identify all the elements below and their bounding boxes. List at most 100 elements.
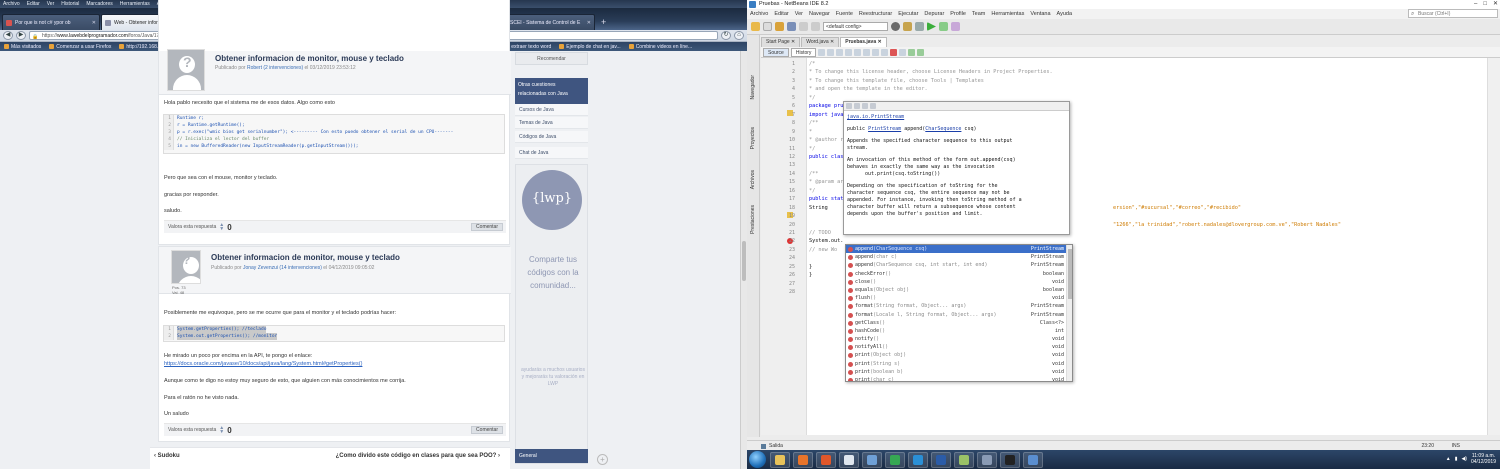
bookmark-item[interactable]: Ejemplo de chat en jav... bbox=[559, 44, 621, 50]
taskbar-app-tool[interactable] bbox=[839, 451, 859, 468]
vote-arrows[interactable]: ▲ ▼ bbox=[219, 426, 224, 435]
plus-circle-icon[interactable]: + bbox=[597, 454, 608, 465]
maximize-icon[interactable]: □ bbox=[1483, 0, 1487, 9]
completion-item[interactable]: print(Object obj) void bbox=[846, 351, 1072, 359]
bookmark-item[interactable]: Combine videos en líne... bbox=[628, 44, 692, 50]
taskbar-app-chrome[interactable] bbox=[885, 451, 905, 468]
comment-button[interactable]: Comentar bbox=[471, 426, 503, 434]
comment-button[interactable]: Comentar bbox=[471, 223, 503, 231]
sidenav-item-cursos[interactable]: Cursos de Java bbox=[515, 104, 588, 116]
nb-menu-ayuda[interactable]: Ayuda bbox=[1057, 9, 1073, 19]
completion-item[interactable]: print(boolean b) void bbox=[846, 368, 1072, 376]
nb-menu-archivo[interactable]: Archivo bbox=[750, 9, 768, 19]
sidenav-item-temas[interactable]: Temas de Java bbox=[515, 117, 588, 129]
sidenav-item-codigos[interactable]: Códigos de Java bbox=[515, 131, 588, 143]
sig-param-type[interactable]: CharSequence bbox=[925, 126, 961, 132]
page-scrollbar[interactable] bbox=[740, 51, 747, 469]
javadoc-popup[interactable]: java.io.PrintStream public PrintStream a… bbox=[843, 101, 1070, 235]
debug-icon[interactable] bbox=[939, 22, 948, 31]
completion-scroll-thumb[interactable] bbox=[1068, 249, 1072, 299]
taskbar-app-app[interactable] bbox=[954, 451, 974, 468]
save-all-icon[interactable] bbox=[787, 22, 796, 31]
editor-tab[interactable]: Start Page ✕ bbox=[761, 37, 801, 47]
clock[interactable]: 11:09 a.m. 04/12/2019 bbox=[1471, 453, 1496, 465]
taskbar-app-file-explorer[interactable] bbox=[770, 451, 790, 468]
clean-build-icon[interactable] bbox=[915, 22, 924, 31]
general-link[interactable]: General bbox=[515, 449, 588, 463]
source-button[interactable]: Source bbox=[763, 47, 789, 57]
minimize-icon[interactable]: – bbox=[1474, 0, 1477, 9]
completion-item[interactable]: print(String s) void bbox=[846, 360, 1072, 368]
stop-macro-icon[interactable] bbox=[899, 48, 907, 56]
browser-tab[interactable]: SCEI - Sistema de Control de E ✕ bbox=[497, 14, 595, 30]
back-button[interactable]: ◀ bbox=[3, 31, 13, 40]
completion-item[interactable]: notifyAll() void bbox=[846, 343, 1072, 351]
sidenav-item-chat[interactable]: Chat de Java bbox=[515, 147, 588, 159]
tray-arrow-icon[interactable]: ▲ bbox=[1446, 456, 1451, 462]
ff-menu-herramientas[interactable]: Herramientas bbox=[120, 1, 150, 7]
nb-menu-navegar[interactable]: Navegar bbox=[809, 9, 830, 19]
back-icon[interactable] bbox=[818, 48, 826, 56]
nb-menu-herramientas[interactable]: Herramientas bbox=[991, 9, 1024, 19]
editor-tab-close-icon[interactable]: ✕ bbox=[876, 39, 881, 45]
next-thread-link[interactable]: ¿Como divido este código en clases para … bbox=[336, 453, 500, 459]
recommend-button[interactable]: Recomendar bbox=[515, 52, 588, 65]
sig-return-type[interactable]: PrintStream bbox=[868, 126, 901, 132]
editor-tab[interactable]: Word.java ✕ bbox=[801, 37, 840, 47]
completion-item[interactable]: append(char c) PrintStream bbox=[846, 253, 1072, 261]
doc-source-icon[interactable] bbox=[870, 103, 876, 109]
doc-open-browser-icon[interactable] bbox=[862, 103, 868, 109]
bookmark-item[interactable]: Comenzar a usar Firefox bbox=[49, 44, 111, 50]
doc-forward-icon[interactable] bbox=[854, 103, 860, 109]
ff-menu-ver[interactable]: Ver bbox=[47, 1, 55, 7]
new-project-icon[interactable] bbox=[751, 22, 760, 31]
tab-close-icon[interactable]: ✕ bbox=[587, 20, 591, 26]
ff-menu-marcadores[interactable]: Marcadores bbox=[86, 1, 112, 7]
doc-class-link[interactable]: java.io.PrintStream bbox=[847, 114, 904, 120]
nb-menu-ver[interactable]: Ver bbox=[795, 9, 803, 19]
ff-menu-editar[interactable]: Editar bbox=[27, 1, 40, 7]
taskbar-app-terminal[interactable] bbox=[862, 451, 882, 468]
new-file-icon[interactable] bbox=[763, 22, 772, 31]
tab-close-icon[interactable]: ✕ bbox=[92, 20, 96, 26]
reload-button[interactable]: ↻ bbox=[721, 31, 731, 40]
author-link[interactable]: Jonay Zevenzui (14 intervenciones) bbox=[243, 265, 322, 271]
completion-item[interactable]: hashCode() int bbox=[846, 327, 1072, 335]
completion-scrollbar[interactable] bbox=[1066, 245, 1072, 381]
undo-icon[interactable] bbox=[799, 22, 808, 31]
find-icon[interactable] bbox=[836, 48, 844, 56]
completion-item[interactable]: checkError() boolean bbox=[846, 270, 1072, 278]
nb-menu-depurar[interactable]: Depurar bbox=[924, 9, 944, 19]
editor-tab-close-icon[interactable]: ✕ bbox=[790, 39, 795, 45]
taskbar-app-photos[interactable] bbox=[977, 451, 997, 468]
shift-left-icon[interactable] bbox=[872, 48, 880, 56]
comment-icon[interactable] bbox=[908, 48, 916, 56]
open-project-icon[interactable] bbox=[775, 22, 784, 31]
close-icon[interactable]: ✕ bbox=[1493, 0, 1498, 9]
taskbar-app-skype[interactable] bbox=[908, 451, 928, 468]
nb-menu-fuente[interactable]: Fuente bbox=[836, 9, 853, 19]
redo-icon[interactable] bbox=[811, 22, 820, 31]
other-questions-link[interactable]: Otras cuestiones relacionadas con Java bbox=[515, 78, 588, 104]
taskbar-app-netbeans[interactable] bbox=[1023, 451, 1043, 468]
taskbar-app-cmd[interactable] bbox=[1000, 451, 1020, 468]
author-link[interactable]: Robert (2 intervenciones) bbox=[247, 65, 303, 71]
history-button[interactable]: History bbox=[790, 47, 817, 57]
volume-icon[interactable]: ◀) bbox=[1461, 456, 1467, 462]
completion-item[interactable]: format(Locale l, String format, Object..… bbox=[846, 311, 1072, 319]
record-macro-icon[interactable] bbox=[890, 48, 898, 56]
side-tab-navegador[interactable]: Navegador bbox=[749, 75, 758, 99]
lwp-promo[interactable]: {lwp} Comparte tus códigos con la comuni… bbox=[515, 164, 588, 464]
nb-menu-ventana[interactable]: Ventana bbox=[1030, 9, 1050, 19]
nb-menu-reestructurar[interactable]: Reestructurar bbox=[859, 9, 892, 19]
forward-button[interactable]: ▶ bbox=[16, 31, 26, 40]
taskbar-app-firefox[interactable] bbox=[816, 451, 836, 468]
scroll-thumb[interactable] bbox=[742, 241, 746, 281]
editor-scrollbar[interactable] bbox=[1487, 58, 1500, 435]
new-tab-button[interactable]: + bbox=[596, 17, 611, 30]
run-icon[interactable] bbox=[927, 22, 936, 31]
ff-menu-historial[interactable]: Historial bbox=[61, 1, 79, 7]
bookmark-item[interactable]: Más visitados bbox=[4, 44, 41, 50]
home-button[interactable]: ⌂ bbox=[734, 31, 744, 40]
find-prev-icon[interactable] bbox=[845, 48, 853, 56]
